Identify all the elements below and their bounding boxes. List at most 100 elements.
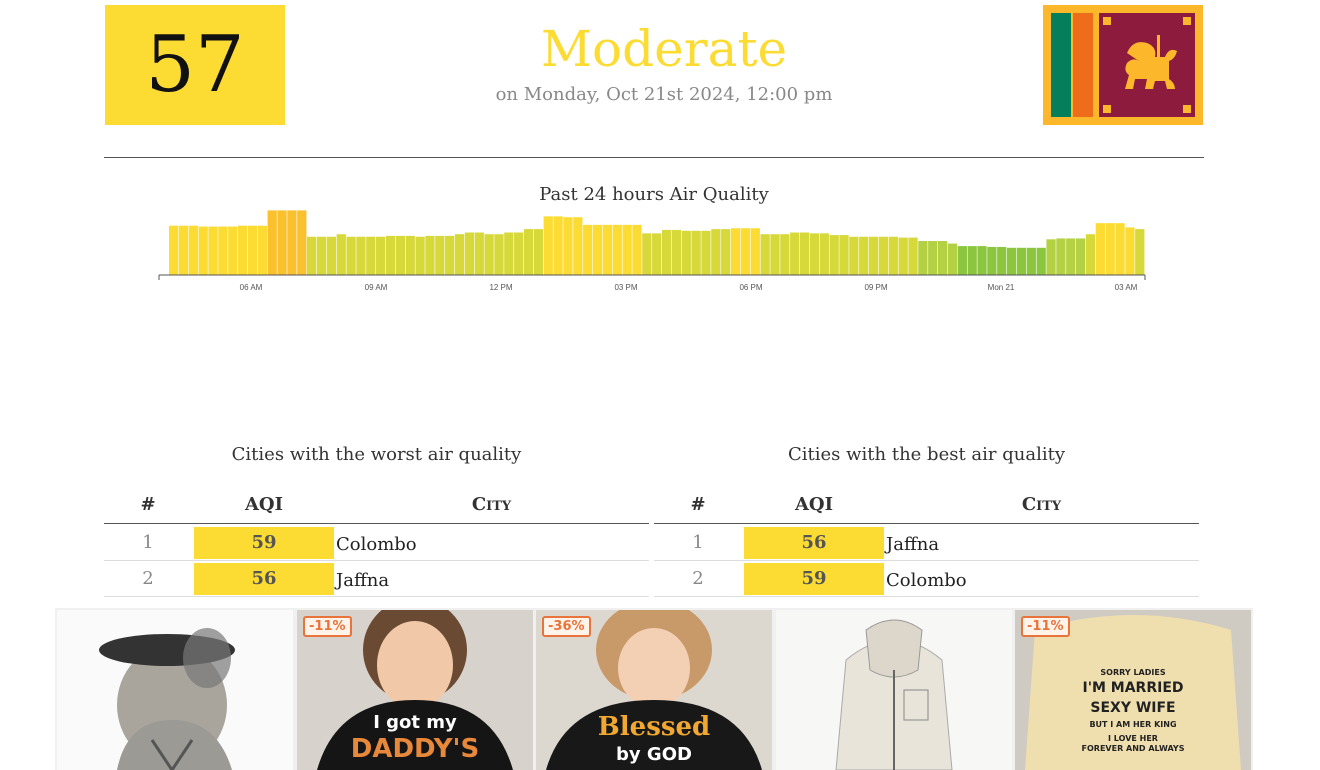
ad-banner[interactable]: ▷✕ I got my DADDY'S -11% Blessed b <box>55 608 1253 770</box>
chart-bar[interactable] <box>326 236 336 275</box>
chart-bar[interactable] <box>790 232 800 276</box>
chart-bar[interactable] <box>898 237 908 275</box>
chart-bar[interactable] <box>721 229 731 275</box>
chart-bar[interactable] <box>947 243 958 275</box>
chart-bar[interactable] <box>464 232 475 276</box>
chart-bar[interactable] <box>1026 247 1036 275</box>
chart-bar[interactable] <box>1016 247 1027 275</box>
chart-bar[interactable] <box>543 216 553 275</box>
chart-bar[interactable] <box>454 234 465 275</box>
chart-bar[interactable] <box>819 233 829 275</box>
chart-bar[interactable] <box>583 224 593 275</box>
chart-bar[interactable] <box>573 217 583 275</box>
chart-bar[interactable] <box>622 224 632 275</box>
chart-bar[interactable] <box>247 225 258 275</box>
chart-bar[interactable] <box>435 235 445 275</box>
chart-bar[interactable] <box>188 225 198 275</box>
chart-bar[interactable] <box>918 241 928 275</box>
table-row[interactable]: 2 59 Colombo <box>654 561 1199 597</box>
chart-bar[interactable] <box>839 235 849 275</box>
chart-bar[interactable] <box>494 234 504 275</box>
chart-bar[interactable] <box>346 236 356 275</box>
chart-bar[interactable] <box>257 225 267 275</box>
chart-bar[interactable] <box>484 234 494 275</box>
chart-bar[interactable] <box>592 224 603 275</box>
ad-tile[interactable] <box>57 610 293 770</box>
chart-bar[interactable] <box>533 229 544 275</box>
chart-bar[interactable] <box>1075 238 1086 275</box>
chart-bar[interactable] <box>1135 229 1145 275</box>
chart-bar[interactable] <box>178 225 189 275</box>
chart-bar[interactable] <box>287 210 297 275</box>
table-row[interactable]: 2 56 Jaffna <box>104 561 649 597</box>
chart-bar[interactable] <box>1036 247 1046 275</box>
chart-bar[interactable] <box>169 225 179 275</box>
city-link[interactable]: Jaffna <box>884 530 1199 555</box>
chart-bar[interactable] <box>691 230 701 275</box>
chart-bar[interactable] <box>474 232 484 276</box>
chart-bar[interactable] <box>652 233 662 275</box>
chart-bar[interactable] <box>228 226 238 275</box>
chart-bar[interactable] <box>307 236 317 275</box>
chart-bar[interactable] <box>208 226 218 275</box>
chart-bar[interactable] <box>198 226 208 275</box>
chart-bar[interactable] <box>238 225 248 275</box>
chart-bar[interactable] <box>799 232 810 276</box>
ad-tile[interactable]: I got my DADDY'S -11% <box>297 610 533 770</box>
chart-bar[interactable] <box>523 229 534 275</box>
chart-bar[interactable] <box>425 235 435 275</box>
table-row[interactable]: 1 59 Colombo <box>104 525 649 561</box>
chart-bar[interactable] <box>967 246 977 275</box>
chart-bar[interactable] <box>297 210 307 275</box>
chart-bar[interactable] <box>1056 238 1066 275</box>
chart-bar[interactable] <box>809 233 820 275</box>
chart-bar[interactable] <box>504 232 514 276</box>
chart-bar[interactable] <box>514 232 524 276</box>
chart-bar[interactable] <box>316 236 327 275</box>
chart-bar[interactable] <box>267 210 277 275</box>
chart-bar[interactable] <box>730 228 741 275</box>
chart-bar[interactable] <box>1115 223 1125 275</box>
chart-bar[interactable] <box>740 228 751 275</box>
chart-bar[interactable] <box>780 234 790 275</box>
chart-bar[interactable] <box>356 236 366 275</box>
city-link[interactable]: Jaffna <box>334 566 649 591</box>
chart-bar[interactable] <box>849 236 859 275</box>
city-link[interactable]: Colombo <box>884 566 1199 591</box>
chart-bar[interactable] <box>957 246 967 275</box>
chart-bar[interactable] <box>1095 223 1105 275</box>
chart-bar[interactable] <box>829 235 839 275</box>
chart-bar[interactable] <box>218 226 228 275</box>
chart-bar[interactable] <box>1105 223 1115 275</box>
chart-bar[interactable] <box>1125 227 1135 275</box>
chart-bar[interactable] <box>632 224 642 275</box>
chart-bar[interactable] <box>385 235 396 275</box>
chart-bar[interactable] <box>277 210 287 275</box>
chart-bar[interactable] <box>928 241 938 275</box>
chart-bar[interactable] <box>888 236 898 275</box>
chart-bar[interactable] <box>1046 239 1056 275</box>
chart-bar[interactable] <box>750 228 760 275</box>
chart-bar[interactable] <box>987 246 997 275</box>
chart-bar[interactable] <box>671 229 682 275</box>
chart-bar[interactable] <box>563 217 573 275</box>
chart-bar[interactable] <box>376 236 386 275</box>
chart-bar[interactable] <box>1006 247 1017 275</box>
chart-bar[interactable] <box>937 241 948 275</box>
chart-bar[interactable] <box>366 236 376 275</box>
chart-bar[interactable] <box>445 235 455 275</box>
chart-bar[interactable] <box>711 229 721 275</box>
chart-bar[interactable] <box>405 235 415 275</box>
chart-bar[interactable] <box>859 236 869 275</box>
chart-bar[interactable] <box>553 216 563 275</box>
ad-tile[interactable]: Blessed by GOD -36% <box>536 610 772 770</box>
chart-bar[interactable] <box>602 224 613 275</box>
city-link[interactable]: Colombo <box>334 530 649 555</box>
ad-tile[interactable]: SORRY LADIES I'M MARRIED SEXY WIFE BUT I… <box>1015 610 1251 770</box>
chart-bar[interactable] <box>415 236 425 275</box>
chart-bar[interactable] <box>612 224 622 275</box>
chart-bar[interactable] <box>661 229 672 275</box>
chart-bar[interactable] <box>760 234 770 275</box>
chart-bar[interactable] <box>1085 234 1096 275</box>
chart-bar[interactable] <box>878 236 889 275</box>
